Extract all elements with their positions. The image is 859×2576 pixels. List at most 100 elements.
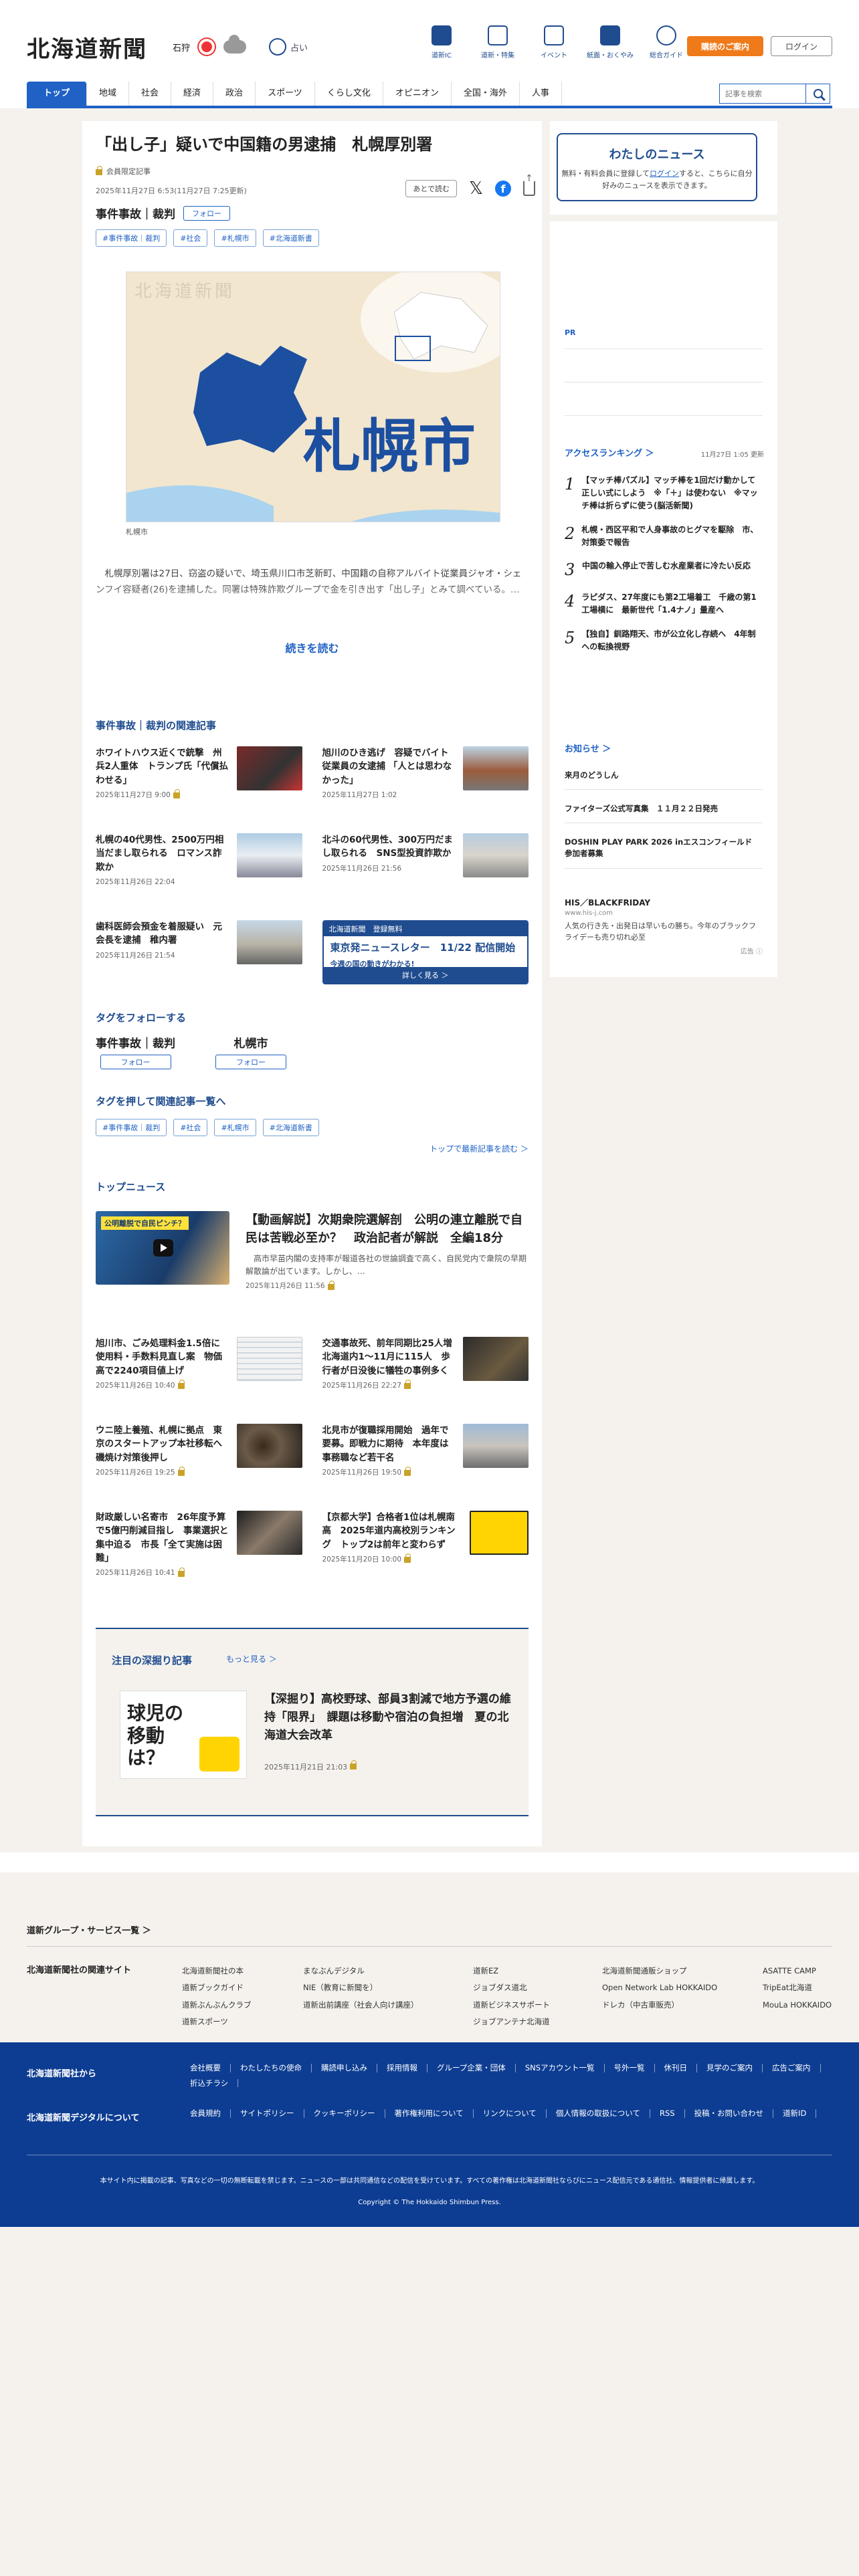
my-news-login-link[interactable]: ログイン xyxy=(650,169,679,178)
related-article[interactable]: 札幌の40代男性、2500万円相当だまし取られる ロマンス詐欺か 2025年11月… xyxy=(96,833,302,905)
tag-link[interactable]: #札幌市 xyxy=(214,229,256,247)
footer-link[interactable]: 投稿・お問い合わせ xyxy=(685,2109,774,2118)
site-link[interactable]: 道新ブックガイド xyxy=(182,1979,252,1996)
tag-link[interactable]: #社会 xyxy=(173,229,208,247)
news-article[interactable]: 交通事故死、前年同期比25人増 北海道内1〜11月に115人 歩行者が日没後に犠… xyxy=(322,1337,529,1409)
site-link[interactable]: ASATTE CAMP xyxy=(763,1963,832,1979)
site-link[interactable]: 道新EZ xyxy=(473,1963,550,1979)
search-input[interactable] xyxy=(719,84,806,104)
deep-dive-more-link[interactable]: もっと見る ＞ xyxy=(226,1653,277,1665)
lead-article[interactable]: 公明離脱で自民ピンチ？ 【動画解説】次期衆院選解剖 公明の連立離脱で自民は苦戦必… xyxy=(96,1211,529,1291)
x-share-icon[interactable]: 𝕏 xyxy=(469,179,483,199)
footer-link[interactable]: グループ企業・団体 xyxy=(427,2064,516,2072)
notice-item[interactable]: DOSHIN PLAY PARK 2026 inエスコンフィールド 参加者募集 xyxy=(565,829,763,869)
site-link[interactable]: ジョブアンテナ北海道 xyxy=(473,2014,550,2030)
site-link[interactable]: まなぶんデジタル xyxy=(303,1963,419,1979)
search-button[interactable] xyxy=(806,84,830,104)
site-link[interactable]: MouLa HOKKAIDO xyxy=(763,1997,832,2014)
deep-dive-thumbnail[interactable]: 球児の移動は？ xyxy=(120,1691,247,1779)
follow-button[interactable]: フォロー xyxy=(215,1055,286,1069)
deep-dive-title[interactable]: 【深掘り】高校野球、部員3割減で地方予選の維持「限界」 課題は移動や宿泊の負担増… xyxy=(264,1691,512,1745)
share-icon[interactable] xyxy=(523,173,535,196)
tag-link[interactable]: #事件事故｜裁判 xyxy=(96,1119,167,1136)
footer-link[interactable]: 会社概要 xyxy=(181,2064,231,2072)
footer-link[interactable]: 見学のご案内 xyxy=(697,2064,763,2072)
site-link[interactable]: 道新ぶんぶんクラブ xyxy=(182,1997,252,2014)
footer-link[interactable]: 道新ID xyxy=(773,2109,817,2118)
notice-item[interactable]: ファイターズ公式写真集 １１月２２日発売 xyxy=(565,795,763,824)
site-link[interactable]: 北海道新聞社の本 xyxy=(182,1963,252,1979)
related-article[interactable]: 歯科医師会預金を着服疑い 元会長を逮捕 稚内署 2025年11月26日 21:54 xyxy=(96,920,302,992)
tag-link[interactable]: #札幌市 xyxy=(214,1119,256,1136)
ranking-item[interactable]: 3 中国の輸入停止で苦しむ水産業者に冷たい反応 xyxy=(565,560,763,580)
ranking-item[interactable]: 4 ラピダス、27年度にも第2工場着工 千歳の第1工場横に 最新世代「1.4ナノ」… xyxy=(565,591,763,617)
site-link[interactable]: ジョブダス道北 xyxy=(473,1979,550,1996)
related-article[interactable]: 北斗の60代男性、300万円だまし取られる SNS型投資詐欺か 2025年11月2… xyxy=(322,833,529,905)
follow-button[interactable]: フォロー xyxy=(100,1055,171,1069)
ranking-heading[interactable]: アクセスランキング ＞ xyxy=(565,446,654,459)
site-link[interactable]: 北海道新聞通販ショップ xyxy=(602,1963,717,1979)
ranking-item[interactable]: 2 札幌・西区平和で人身事故のヒグマを駆除 市、対策委で報告 xyxy=(565,524,763,549)
footer-link[interactable]: 著作権利用について xyxy=(385,2109,474,2118)
read-later-button[interactable]: あとで読む xyxy=(405,180,458,197)
topnav-item-special[interactable]: 道新・特集 xyxy=(470,25,526,60)
tab-society[interactable]: 社会 xyxy=(129,82,172,106)
subscribe-button[interactable]: 購読のご案内 xyxy=(687,36,763,56)
weather-widget[interactable]: 石狩 占い xyxy=(173,35,308,57)
footer-link[interactable]: 号外一覧 xyxy=(605,2064,655,2072)
site-link[interactable]: Open Network Lab HOKKAIDO xyxy=(602,1979,717,1996)
tag-link[interactable]: #事件事故｜裁判 xyxy=(96,229,167,247)
footer-link[interactable]: リンクについて xyxy=(474,2109,547,2118)
site-link[interactable]: 道新スポーツ xyxy=(182,2014,252,2030)
latest-news-link[interactable]: トップで最新記事を読む ＞ xyxy=(430,1143,529,1154)
newsletter-banner[interactable]: 北海道新聞 登録無料 東京発ニュースレター 11/22 配信開始 今週の国の動き… xyxy=(322,920,529,984)
footer-link[interactable]: 折込チラシ xyxy=(181,2078,239,2088)
ad-block[interactable]: HIS／BLACKFRIDAY www.his-j.com 人気の行き先・出発日… xyxy=(565,897,763,956)
site-link[interactable]: 道新出前講座（社会人向け講座） xyxy=(303,1997,419,2014)
site-link[interactable]: ドレカ（中古車販売） xyxy=(602,1997,717,2014)
follow-button[interactable]: フォロー xyxy=(183,205,230,221)
group-services-link[interactable]: 道新グループ・サービス一覧 ＞ xyxy=(27,1923,151,1936)
news-article[interactable]: ウニ陸上養殖、札幌に拠点 東京のスタートアップ本社移転へ 磯焼け対策後押し 202… xyxy=(96,1424,302,1496)
tag-link[interactable]: #北海道新書 xyxy=(262,229,319,247)
footer-link[interactable]: 広告ご案内 xyxy=(763,2064,821,2072)
tag-link[interactable]: #北海道新書 xyxy=(262,1119,319,1136)
tab-top[interactable]: トップ xyxy=(27,82,87,106)
site-logo[interactable]: 北海道新聞 xyxy=(27,31,147,64)
footer-link[interactable]: 会員規約 xyxy=(181,2109,231,2118)
tab-economy[interactable]: 経済 xyxy=(171,82,214,106)
topnav-item-paper[interactable]: 紙面・おくやみ xyxy=(582,25,638,60)
footer-link[interactable]: SNSアカウント一覧 xyxy=(516,2064,605,2072)
read-more-link[interactable]: 続きを読む xyxy=(82,639,542,655)
footer-link[interactable]: わたしたちの使命 xyxy=(231,2064,312,2072)
tag-link[interactable]: #社会 xyxy=(173,1119,208,1136)
tab-world[interactable]: 全国・海外 xyxy=(452,82,520,106)
tab-culture[interactable]: くらし文化 xyxy=(315,82,383,106)
topnav-item-guide[interactable]: 総合ガイド xyxy=(638,25,694,60)
footer-link[interactable]: RSS xyxy=(650,2109,685,2118)
notice-item[interactable]: 来月のどうしん xyxy=(565,762,763,790)
related-article[interactable]: 旭川のひき逃げ 容疑でバイト従業員の女逮捕 「人とは思わなかった」 2025年11… xyxy=(322,746,529,819)
ranking-item[interactable]: 5 【独自】釧路翔天、市が公立化し存続へ 4年制への転換視野 xyxy=(565,628,763,653)
news-article[interactable]: 北見市が復職採用開始 過年で要募。即戦力に期待 本年度は事務職など若干名 2025… xyxy=(322,1424,529,1496)
site-link[interactable]: 道新ビジネスサポート xyxy=(473,1997,550,2014)
tab-personnel[interactable]: 人事 xyxy=(520,82,562,106)
notice-heading[interactable]: お知らせ ＞ xyxy=(565,742,611,754)
news-article[interactable]: 【京都大学】合格者1位は札幌南高 2025年道内高校別ランキング トップ2は前年… xyxy=(322,1511,529,1583)
related-article[interactable]: ホワイトハウス近くで銃撃 州兵2人重体 トランプ氏「代償払わせる」 2025年11… xyxy=(96,746,302,819)
tab-sports[interactable]: スポーツ xyxy=(256,82,315,106)
news-article[interactable]: 財政厳しい名寄市 26年度予算で5億円削減目指し 事業選択と集中迫る 市長「全て… xyxy=(96,1511,302,1583)
footer-link[interactable]: サイトポリシー xyxy=(231,2109,304,2118)
ranking-item[interactable]: 1 【マッチ棒パズル】マッチ棒を1回だけ動かして正しい式にしよう ※「＋」は使わな… xyxy=(565,474,763,513)
login-button[interactable]: ログイン xyxy=(771,36,832,56)
footer-link[interactable]: 個人情報の取扱について xyxy=(547,2109,650,2118)
tab-opinion[interactable]: オピニオン xyxy=(383,82,452,106)
footer-link[interactable]: 休刊日 xyxy=(655,2064,698,2072)
news-article[interactable]: 旭川市、ごみ処理料金1.5倍に 使用料・手数料見直し案 物価高で2240項目値上… xyxy=(96,1337,302,1409)
topnav-item-ic[interactable]: 道新IC xyxy=(413,25,470,60)
site-link[interactable]: TripEat北海道 xyxy=(763,1979,832,1996)
tab-politics[interactable]: 政治 xyxy=(213,82,256,106)
topnav-item-event[interactable]: イベント xyxy=(526,25,582,60)
uranai-link[interactable]: 占い xyxy=(269,38,308,56)
site-link[interactable]: NIE（教育に新聞を） xyxy=(303,1979,419,1996)
